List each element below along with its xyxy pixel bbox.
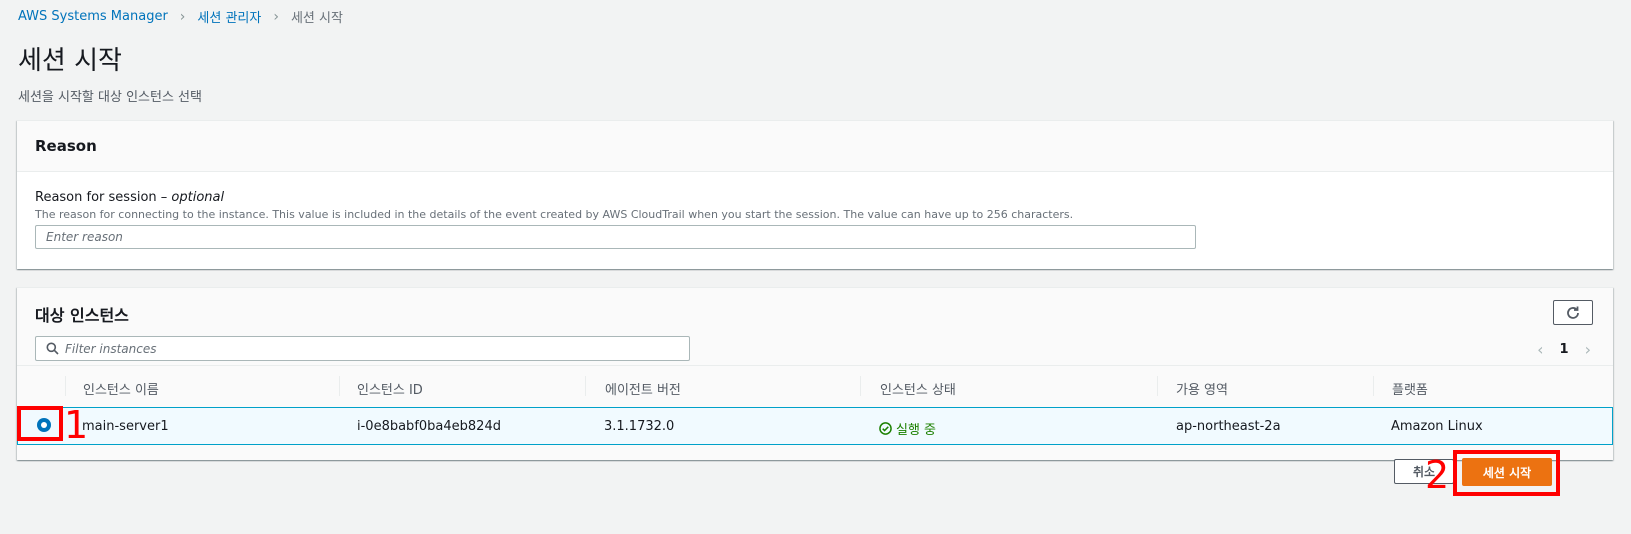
search-icon xyxy=(46,342,59,355)
cell-availability-zone: ap-northeast-2a xyxy=(1176,419,1281,434)
breadcrumb-link-session-manager[interactable]: 세션 관리자 xyxy=(197,7,261,26)
table-row[interactable]: main-server1 i-0e8babf0ba4eb824d 3.1.173… xyxy=(17,407,1613,445)
page-description: 세션을 시작할 대상 인스턴스 선택 xyxy=(18,90,202,105)
breadcrumb-current: 세션 시작 xyxy=(290,11,343,26)
column-header-az[interactable]: 가용 영역 xyxy=(1176,379,1228,398)
cell-instance-id: i-0e8babf0ba4eb824d xyxy=(357,419,501,434)
pagination: ‹ 1 › xyxy=(1537,340,1591,359)
column-header-id[interactable]: 인스턴스 ID xyxy=(357,379,423,398)
reason-field-label: Reason for session – optional xyxy=(35,190,225,205)
filter-instances-input[interactable]: Filter instances xyxy=(35,336,690,361)
column-header-agent-version[interactable]: 에이전트 버전 xyxy=(605,379,681,398)
reason-input[interactable]: Enter reason xyxy=(35,225,1196,249)
refresh-button[interactable] xyxy=(1553,300,1593,325)
page-number[interactable]: 1 xyxy=(1560,342,1569,357)
chevron-right-icon: › xyxy=(179,8,186,25)
reason-header: Reason xyxy=(17,121,1613,172)
target-instances-title: 대상 인스턴스 xyxy=(35,306,129,325)
chevron-right-icon[interactable]: › xyxy=(1585,340,1591,359)
reason-panel: Reason Reason for session – optional The… xyxy=(17,120,1613,269)
breadcrumb-link-systems-manager[interactable]: AWS Systems Manager xyxy=(18,9,168,24)
cell-platform: Amazon Linux xyxy=(1391,419,1483,434)
refresh-icon xyxy=(1567,306,1579,319)
chevron-left-icon[interactable]: ‹ xyxy=(1537,340,1543,359)
column-header-state[interactable]: 인스턴스 상태 xyxy=(880,379,956,398)
reason-field-description: The reason for connecting to the instanc… xyxy=(35,208,1074,221)
cell-instance-state: 실행 중 xyxy=(879,419,936,438)
check-circle-icon xyxy=(879,422,892,435)
cell-agent-version: 3.1.1732.0 xyxy=(604,419,675,434)
table-header: 인스턴스 이름 인스턴스 ID 에이전트 버전 인스턴스 상태 가용 영역 플랫… xyxy=(17,365,1613,409)
column-header-name[interactable]: 인스턴스 이름 xyxy=(83,379,159,398)
chevron-right-icon: › xyxy=(273,8,279,25)
start-session-button[interactable]: 세션 시작 xyxy=(1462,458,1552,486)
target-instances-panel: 대상 인스턴스 Filter instances ‹ 1 › 인스턴스 이름 인… xyxy=(17,287,1613,460)
page-title: 세션 시작 xyxy=(18,46,122,76)
annotation-number-1: 1 xyxy=(64,403,89,447)
breadcrumb: AWS Systems Manager › 세션 관리자 › 세션 시작 xyxy=(18,7,343,27)
cell-instance-name: main-server1 xyxy=(82,419,169,434)
column-header-platform[interactable]: 플랫폼 xyxy=(1392,379,1428,398)
annotation-box-1 xyxy=(17,406,63,441)
annotation-number-2: 2 xyxy=(1425,453,1450,497)
